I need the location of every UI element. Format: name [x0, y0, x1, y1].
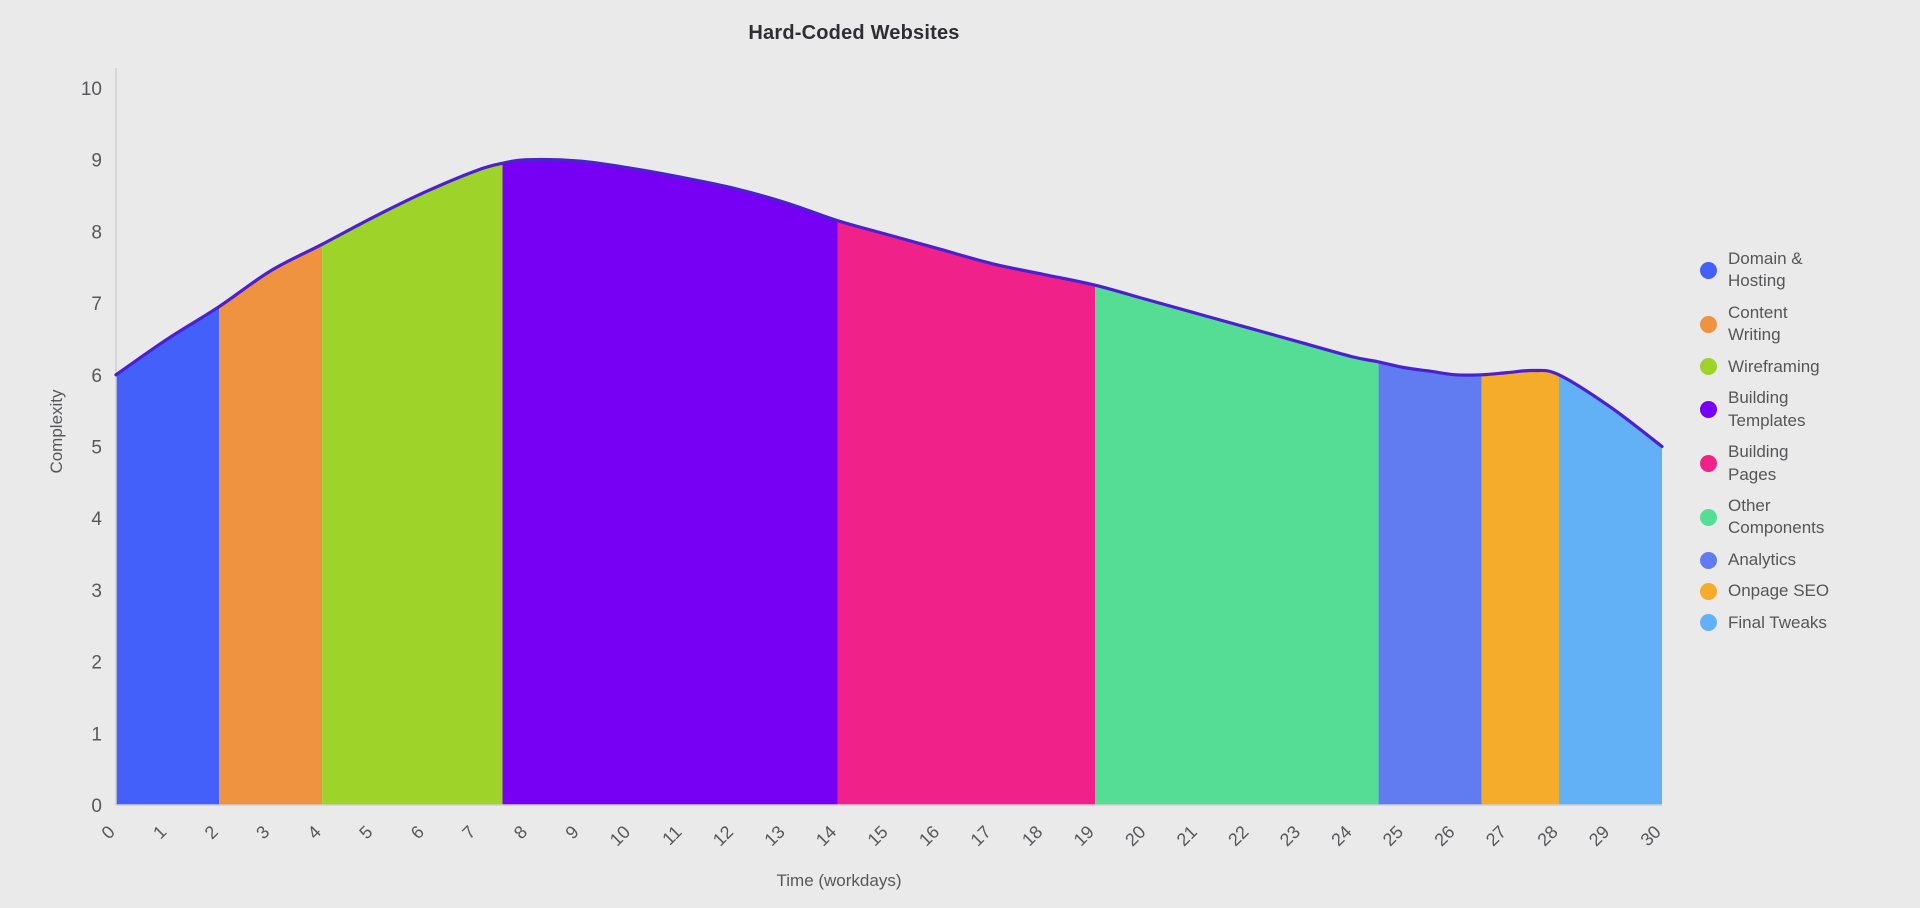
x-tick-label: 8: [510, 822, 531, 843]
legend-item-label: Building Templates: [1728, 388, 1806, 430]
y-tick-label: 7: [91, 294, 102, 315]
x-tick-label: 12: [709, 822, 737, 850]
legend-color-swatch-icon: [1700, 315, 1717, 333]
legend-color-swatch-icon: [1700, 455, 1717, 472]
x-tick-label: 19: [1070, 822, 1098, 850]
x-tick-label: 21: [1173, 822, 1201, 850]
legend-color-swatch-icon: [1700, 508, 1717, 526]
y-tick-label: 4: [91, 509, 102, 530]
x-tick-label: 10: [606, 822, 634, 850]
chart-legend: Domain & Hosting Content Writing Wireframi…: [1700, 248, 1915, 643]
legend-color-swatch-icon: [1700, 261, 1717, 279]
x-axis-ticks: 0 1 2 3 4 5 6 7 8 9 10 11 12 13 14 15 16 17 18 19 20 21 22 23 24…: [98, 822, 1665, 850]
y-tick-label: 9: [91, 151, 102, 172]
x-tick-label: 1: [149, 822, 170, 843]
legend-item-label: Building Pages: [1728, 442, 1789, 484]
x-tick-label: 17: [967, 822, 995, 850]
legend-item-label: Onpage SEO: [1728, 581, 1830, 601]
x-tick-label: 14: [812, 822, 840, 850]
x-tick-label: 6: [407, 822, 428, 843]
x-tick-label: 25: [1379, 822, 1407, 850]
y-tick-label: 2: [91, 653, 102, 674]
x-tick-label: 23: [1276, 822, 1304, 850]
legend-item[interactable]: Final Tweaks: [1700, 612, 1915, 634]
legend-item-label: Final Tweaks: [1728, 612, 1827, 632]
x-axis-title: Time (workdays): [777, 871, 902, 890]
legend-item-label: Analytics: [1728, 549, 1797, 569]
y-axis-ticks: 0 1 2 3 4 5 6 7 8 9 10: [81, 79, 103, 817]
x-tick-label: 28: [1533, 822, 1561, 850]
legend-item-label: Content Writing: [1728, 302, 1788, 345]
x-tick-label: 20: [1121, 822, 1149, 850]
x-tick-label: 27: [1482, 822, 1510, 850]
legend-item[interactable]: Other Components: [1700, 495, 1915, 540]
legend-item[interactable]: Content Writing: [1700, 302, 1915, 347]
y-tick-label: 3: [91, 581, 102, 602]
legend-item[interactable]: Analytics: [1700, 549, 1915, 571]
x-tick-label: 11: [658, 822, 685, 849]
x-tick-label: 5: [355, 822, 376, 843]
chart-page: Hard-Coded Websites 0 1 2 3 4 5 6 7 8 9 10 0 1 2 3 4 5 6 7…: [0, 0, 1920, 908]
area-bands: [116, 159, 1662, 805]
legend-item-label: Other Components: [1728, 495, 1825, 538]
x-tick-label: 9: [561, 822, 582, 843]
legend-color-swatch-icon: [1700, 614, 1717, 632]
legend-color-swatch-icon: [1700, 551, 1717, 569]
x-tick-label: 7: [458, 822, 479, 843]
y-tick-label: 8: [91, 222, 102, 243]
legend-item[interactable]: Building Pages: [1700, 441, 1915, 486]
x-tick-label: 29: [1585, 822, 1613, 850]
x-tick-label: 2: [201, 822, 222, 843]
x-tick-label: 22: [1224, 822, 1252, 850]
legend-color-swatch-icon: [1700, 401, 1717, 419]
y-axis-title: Complexity: [47, 389, 66, 474]
x-tick-label: 4: [304, 822, 325, 843]
x-tick-label: 3: [252, 822, 273, 843]
legend-item-label: Domain & Hosting: [1728, 249, 1803, 291]
legend-color-swatch-icon: [1700, 582, 1717, 600]
x-tick-label: 30: [1637, 822, 1665, 850]
y-tick-label: 1: [91, 724, 102, 745]
legend-item[interactable]: Onpage SEO: [1700, 580, 1915, 602]
y-tick-label: 5: [91, 438, 102, 459]
x-tick-label: 15: [864, 822, 892, 850]
y-tick-label: 10: [81, 79, 102, 100]
legend-item[interactable]: Domain & Hosting: [1700, 248, 1915, 293]
x-tick-label: 18: [1018, 822, 1046, 850]
y-tick-label: 6: [91, 366, 102, 387]
area-chart-plot: 0123456789100 1 2 3 4 5 6 7 8 9 10 11 12 13 14 15 16 17 18…: [47, 68, 1665, 890]
x-tick-label: 0: [98, 822, 119, 843]
legend-item-label: Wireframing: [1728, 356, 1820, 376]
x-tick-label: 16: [915, 822, 943, 850]
x-tick-label: 26: [1430, 822, 1458, 850]
legend-item[interactable]: Building Templates: [1700, 387, 1915, 432]
legend-color-swatch-icon: [1700, 358, 1717, 376]
x-tick-label: 13: [760, 822, 788, 850]
y-tick-label: 0: [91, 796, 102, 817]
legend-item[interactable]: Wireframing: [1700, 356, 1915, 378]
x-tick-label: 24: [1327, 822, 1355, 850]
